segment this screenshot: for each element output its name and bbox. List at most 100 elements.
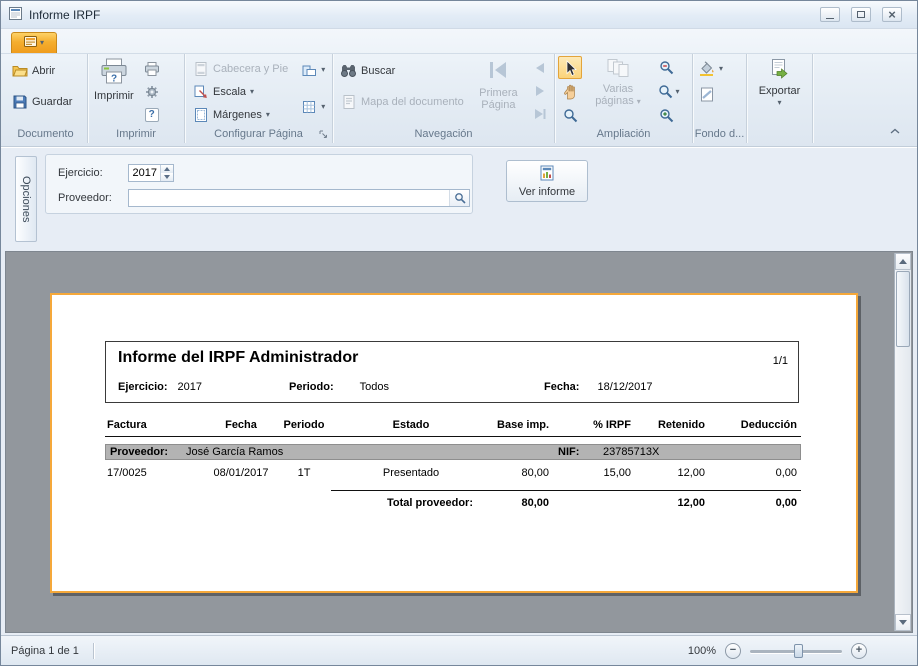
acercar-button[interactable] <box>654 104 678 127</box>
zoom-in-icon <box>659 108 674 123</box>
scroll-down-button[interactable] <box>895 614 911 631</box>
ribbon-collapse-button[interactable] <box>887 124 903 137</box>
minimize-button[interactable] <box>820 7 840 22</box>
ejercicio-spinner[interactable] <box>128 164 174 182</box>
close-icon: × <box>888 8 896 21</box>
titlebar[interactable]: Informe IRPF × <box>1 1 917 29</box>
spin-down-button[interactable] <box>161 173 173 181</box>
header-footer-icon <box>192 62 209 76</box>
ribbon-group-configurar-pagina: Cabecera y Pie Escala ▾ <box>185 54 333 143</box>
zoom-slider-thumb[interactable] <box>794 644 803 658</box>
color-fondo-button[interactable]: ▾ <box>696 58 725 79</box>
app-icon <box>8 6 23 24</box>
print-dialog-icon: ? <box>99 58 129 88</box>
orientacion-button[interactable]: ▾ <box>298 59 327 80</box>
report-header-box: Informe del IRPF Administrador 1/1 Ejerc… <box>105 341 799 403</box>
spin-up-button[interactable] <box>161 165 173 173</box>
proveedor-search-button[interactable] <box>449 190 469 206</box>
imprimir-button[interactable]: ? Imprimir <box>91 56 137 127</box>
preview-area: Informe del IRPF Administrador 1/1 Ejerc… <box>1 247 917 637</box>
zoom-caret-icon: ▾ <box>675 88 679 96</box>
previous-page-icon <box>533 61 547 75</box>
options-tab[interactable]: Opciones <box>15 156 37 242</box>
document-viewport[interactable]: Informe del IRPF Administrador 1/1 Ejerc… <box>5 251 913 633</box>
ver-informe-button[interactable]: Ver informe <box>506 160 588 202</box>
proveedor-field[interactable] <box>128 189 470 207</box>
margenes-button[interactable]: Márgenes ▾ <box>188 104 292 125</box>
zoom-out-button[interactable]: − <box>725 643 741 659</box>
primera-pagina-button: Primera Página <box>472 56 525 127</box>
spin-up-icon <box>164 167 170 171</box>
zoom-button[interactable]: ▾ <box>654 80 684 103</box>
pointer-tool-button[interactable] <box>558 56 582 79</box>
proveedor-input[interactable] <box>129 190 449 206</box>
group-label-ampliacion: Ampliación <box>555 128 692 143</box>
group-label-fondo: Fondo d... <box>693 128 746 143</box>
report-view-icon <box>539 165 555 184</box>
opciones-impresion-button[interactable] <box>141 81 163 102</box>
dialog-launcher-configurar-pagina[interactable] <box>318 129 329 140</box>
margenes-caret-icon: ▾ <box>266 111 270 119</box>
window-title: Informe IRPF <box>29 8 100 22</box>
app-menu-icon <box>24 36 37 50</box>
buscar-label: Buscar <box>361 65 395 77</box>
scrollbar-thumb[interactable] <box>896 271 910 347</box>
dialog-launcher-icon <box>319 130 328 139</box>
hand-icon <box>563 84 578 100</box>
hand-tool-button[interactable] <box>558 80 582 103</box>
close-button[interactable]: × <box>882 7 902 22</box>
primera-pagina-label: Primera Página <box>475 87 522 111</box>
app-menu-caret-icon: ▾ <box>40 39 44 47</box>
pagina-anterior-button <box>529 57 551 78</box>
zoom-level: 100% <box>688 645 716 657</box>
orientacion-caret-icon: ▾ <box>321 66 325 74</box>
impresion-rapida-button[interactable] <box>141 58 163 79</box>
margins-icon <box>192 108 209 122</box>
varias-paginas-label: Varias páginas <box>595 83 634 107</box>
ribbon: ▾ Abrir G <box>1 29 917 147</box>
scroll-up-button[interactable] <box>895 253 911 270</box>
varias-caret-icon: ▾ <box>637 97 641 106</box>
search-icon <box>454 192 466 204</box>
zoom-slider[interactable] <box>750 643 842 659</box>
maximize-button[interactable] <box>851 7 871 22</box>
app-menu-button[interactable]: ▾ <box>11 32 57 53</box>
guardar-button[interactable]: Guardar <box>7 91 76 112</box>
alejar-button[interactable] <box>654 56 678 79</box>
ayuda-button[interactable]: ? <box>141 104 163 125</box>
exportar-button[interactable]: Exportar ▾ <box>756 56 804 127</box>
ultima-pagina-button <box>529 103 551 124</box>
escala-button[interactable]: Escala ▾ <box>188 81 292 102</box>
ejercicio-label: Ejercicio: <box>58 167 128 179</box>
next-page-icon <box>533 84 547 98</box>
last-page-icon <box>533 107 547 121</box>
chevron-up-icon <box>890 128 900 134</box>
ejercicio-input[interactable] <box>129 165 160 181</box>
marca-agua-button[interactable] <box>696 84 717 105</box>
ribbon-group-imprimir: ? Imprimir ? <box>88 54 185 143</box>
zoom-in-button[interactable]: + <box>851 643 867 659</box>
watermark-icon <box>698 87 715 102</box>
vertical-scrollbar[interactable] <box>894 253 911 631</box>
group-label-imprimir: Imprimir <box>88 128 184 143</box>
help-icon: ? <box>145 108 159 122</box>
scroll-up-icon <box>899 259 907 264</box>
margenes-label: Márgenes <box>213 109 262 121</box>
magnifier-tool-button[interactable] <box>558 104 582 127</box>
first-page-icon <box>486 58 510 85</box>
report-total-row: Total proveedor: 80,00 12,00 0,00 <box>105 490 801 509</box>
buscar-button[interactable]: Buscar <box>336 60 399 81</box>
options-fields-box: Ejercicio: Proveedor: <box>45 154 473 214</box>
report-meta-fecha: Fecha:18/12/2017 <box>544 381 653 393</box>
report-meta-periodo: Periodo:Todos <box>289 381 389 393</box>
open-folder-icon <box>11 64 28 77</box>
export-icon <box>768 58 790 83</box>
report-title: Informe del IRPF Administrador <box>118 349 358 367</box>
statusbar: Página 1 de 1 100% − + <box>1 635 917 665</box>
tamano-papel-button[interactable]: ▾ <box>298 96 327 117</box>
color-fondo-caret-icon: ▾ <box>719 65 723 73</box>
escala-label: Escala <box>213 86 246 98</box>
abrir-button[interactable]: Abrir <box>7 60 59 81</box>
minimize-icon <box>826 18 834 19</box>
spin-down-icon <box>164 175 170 179</box>
